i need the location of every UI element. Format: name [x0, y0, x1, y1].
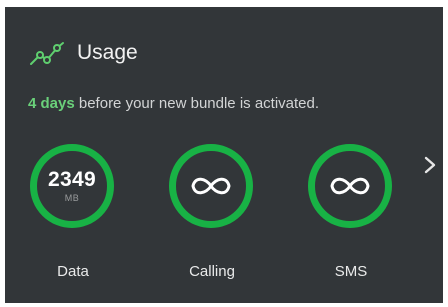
sms-meter-center [315, 151, 385, 221]
infinity-icon [330, 177, 370, 195]
data-meter-center: 2349 MB [37, 151, 107, 221]
chevron-right-icon[interactable] [422, 155, 438, 175]
data-label: Data [57, 263, 89, 280]
card-header: Usage [28, 39, 138, 67]
sms-meter[interactable] [308, 144, 392, 228]
card-title: Usage [77, 41, 138, 64]
days-remaining: 4 days [28, 95, 75, 112]
bundle-notice-text: before your new bundle is activated. [74, 95, 320, 112]
infinity-icon [191, 177, 231, 195]
data-meter[interactable]: 2349 MB [30, 144, 114, 228]
calling-meter[interactable] [169, 144, 253, 228]
usage-card: Usage 4 days before your new bundle is a… [5, 7, 443, 303]
calling-meter-center [176, 151, 246, 221]
bundle-notice: 4 days before your new bundle is activat… [28, 95, 319, 112]
usage-graph-icon [30, 42, 64, 65]
data-value: 2349 [48, 168, 96, 191]
data-unit: MB [64, 193, 80, 203]
calling-label: Calling [189, 263, 235, 280]
sms-label: SMS [334, 263, 368, 280]
